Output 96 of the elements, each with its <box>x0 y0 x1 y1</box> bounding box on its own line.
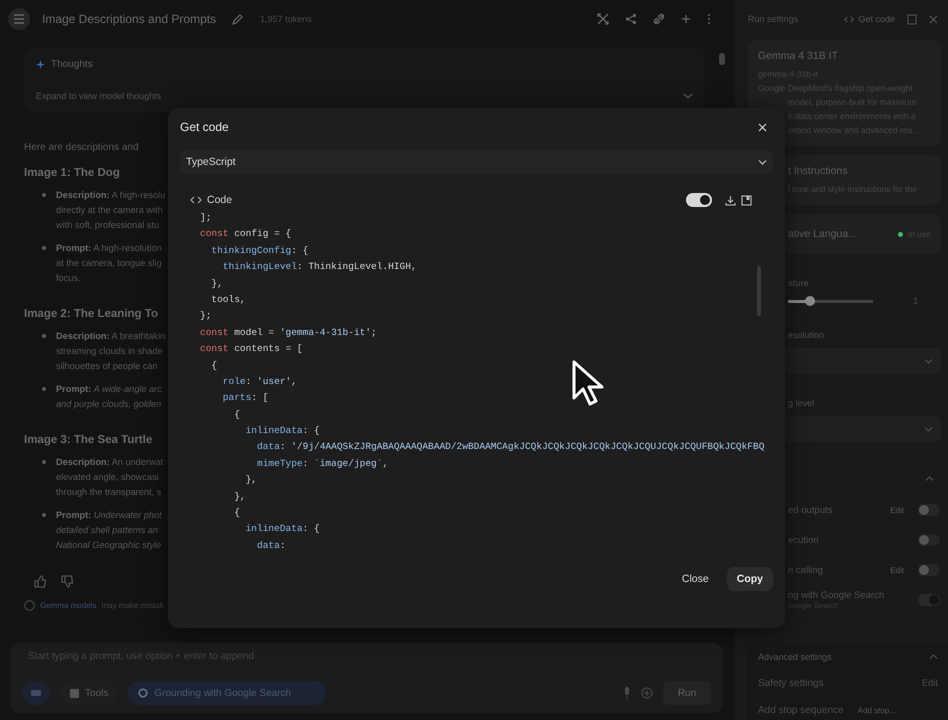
download-icon[interactable] <box>725 194 736 206</box>
code-line: }, <box>244 473 258 488</box>
bullet-icon <box>42 334 46 338</box>
response-line: directly at the camera with <box>56 204 164 217</box>
link-icon[interactable] <box>653 13 665 25</box>
toggle-switch[interactable] <box>918 504 940 516</box>
disclaimer-link[interactable]: Gemma models <box>40 601 96 610</box>
chat-title: Image Descriptions and Prompts <box>42 12 216 26</box>
chevron-icon <box>924 426 933 432</box>
sparkle-icon <box>36 60 45 69</box>
code-line: inlineData: { <box>244 522 321 536</box>
card-title: ative Langua... <box>788 228 857 240</box>
response-line: silhouettes of people can <box>56 360 159 373</box>
section-heading: Image 1: The Dog <box>24 167 120 179</box>
code-line: const contents = [ <box>200 342 304 356</box>
cursor-icon <box>572 360 606 408</box>
close-button[interactable]: Close <box>672 567 719 591</box>
chevron-icon <box>924 358 933 364</box>
menu-icon[interactable] <box>8 8 30 30</box>
pencil-icon[interactable] <box>232 13 244 25</box>
more-icon[interactable] <box>707 13 711 25</box>
response-line: at the camera, tongue slig <box>56 257 162 270</box>
get-code-button[interactable]: Get code <box>844 14 895 24</box>
run-button[interactable]: Run <box>663 681 711 705</box>
response-line: through the transparent, s <box>56 486 162 499</box>
response-line: Prompt: A wide-angle arc <box>56 383 162 396</box>
language-dropdown[interactable]: TypeScript <box>180 150 773 174</box>
bullet-icon <box>42 460 46 464</box>
code-line: inlineData: { <box>244 424 321 438</box>
code-line: { <box>233 408 241 422</box>
code-line: const config = { <box>200 227 292 242</box>
edit-link[interactable]: Edit <box>890 566 904 574</box>
code-line: }, <box>210 276 224 291</box>
code-line: thinkingLevel: ThinkingLevel.HIGH, <box>222 260 418 274</box>
code-line: }, <box>233 490 247 504</box>
bullet-icon <box>42 246 46 250</box>
panel-title: Code <box>207 194 232 206</box>
response-line: with soft, professional stu <box>56 219 160 232</box>
thoughts-hint: Expand to view model thoughts <box>36 91 162 102</box>
section-title: Advanced settings <box>758 652 832 662</box>
expand-icon[interactable] <box>741 194 752 206</box>
code-icon <box>844 16 854 22</box>
response-line: Description: A breathtakin <box>56 330 166 343</box>
code-line: const model = 'gemma-4-31b-it'; <box>200 326 378 340</box>
bullet-icon <box>42 387 46 391</box>
code-line: mimeType: `image/jpeg`, <box>256 456 390 471</box>
chevron-icon[interactable] <box>683 93 693 100</box>
collapse-icon[interactable] <box>925 476 934 481</box>
code-line: data: <box>256 538 287 553</box>
thumbs-up-icon[interactable] <box>34 575 47 588</box>
code-line: thinkingConfig: { <box>210 244 310 258</box>
code-line: }; <box>200 309 212 324</box>
collapse-icon[interactable] <box>929 654 938 659</box>
response-line: National Geographic style <box>56 539 162 552</box>
bullet-icon <box>42 513 46 517</box>
model-name: Gemma 4 31B IT <box>758 50 838 62</box>
edit-link[interactable]: Edit <box>890 506 904 514</box>
code-line: { <box>210 358 218 373</box>
code-line: data: '/9j/4AAQSkZJRgABAQAAAQABAAD/2wBDAAMCAgkJCQkJCQkJCQkJCQkJCQkJCQUJCQkJCQUFBQkJCQkFBQ <box>256 440 766 454</box>
response-line: streaming clouds in shade <box>56 345 164 358</box>
response-line: Prompt: A high-resolution <box>56 242 162 255</box>
response-line: Prompt: Underwater phot <box>56 509 162 522</box>
info-icon <box>24 600 35 611</box>
scroll-handle-icon[interactable] <box>719 53 725 65</box>
response-line: detailed shell patterns an <box>56 524 160 537</box>
microphone-icon[interactable] <box>623 687 631 699</box>
toggle-switch[interactable] <box>686 193 712 207</box>
thumbs-down-icon[interactable] <box>61 575 74 588</box>
bullet-icon <box>42 193 46 197</box>
response-line: and purple clouds, golden <box>56 398 162 411</box>
thoughts-card[interactable]: Thoughts Expand to view model thoughts <box>24 48 705 112</box>
response-line: elevated angle, showcasi <box>56 471 160 484</box>
section-heading: Image 2: The Leaning To <box>24 308 158 320</box>
plus-icon[interactable] <box>681 14 691 24</box>
dialog-title: Get code <box>180 120 229 134</box>
toggle-switch[interactable] <box>918 564 940 576</box>
code-line: role: 'user', <box>222 374 298 389</box>
response-text: Here are descriptions and <box>24 142 139 153</box>
toggle-switch[interactable] <box>918 534 940 546</box>
section-heading: Image 3: The Sea Turtle <box>24 434 152 446</box>
code-line: tools, <box>210 292 247 307</box>
copy-button[interactable]: Copy <box>726 567 773 591</box>
response-line: Description: A high-resolu <box>56 189 166 202</box>
add-circle-icon[interactable] <box>641 687 653 699</box>
share-icon[interactable] <box>625 13 637 25</box>
response-line: Description: An underwat <box>56 456 164 469</box>
chevron-icon <box>758 160 767 164</box>
response-line: focus. <box>56 272 82 285</box>
code-line: parts: [ <box>222 391 270 406</box>
grounding-chip[interactable]: Grounding with Google Search <box>128 681 326 705</box>
code-line: { <box>233 506 241 520</box>
compare-icon[interactable] <box>597 13 609 25</box>
code-line: ]; <box>200 211 212 225</box>
thoughts-title: Thoughts <box>51 58 93 70</box>
setting-action[interactable]: Add stop... <box>858 706 896 715</box>
code-icon <box>190 196 202 204</box>
